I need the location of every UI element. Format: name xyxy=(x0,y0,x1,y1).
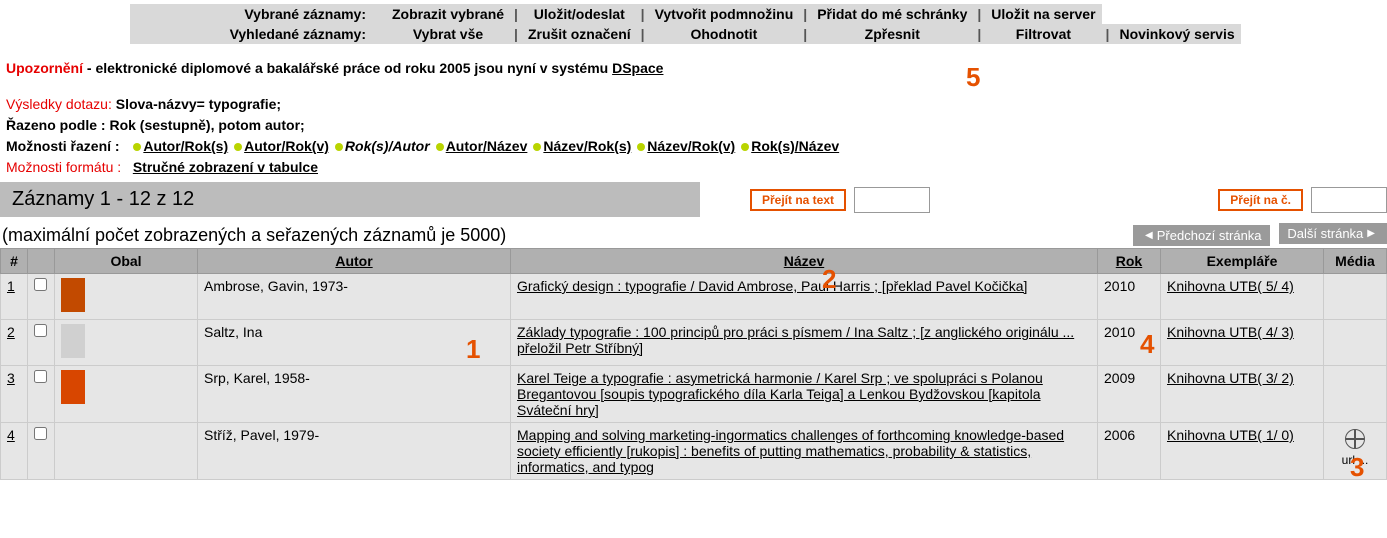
bullet-icon xyxy=(335,143,343,151)
author-cell: Ambrose, Gavin, 1973- xyxy=(198,274,511,320)
toolbar-button[interactable]: Novinkový servis xyxy=(1113,24,1240,44)
toolbar: Vybrané záznamy:Zobrazit vybrané|Uložit/… xyxy=(130,4,1241,44)
toolbar-button[interactable]: Filtrovat xyxy=(985,24,1101,44)
bullet-icon xyxy=(741,143,749,151)
sort-option[interactable]: Autor/Rok(v) xyxy=(244,138,329,154)
col-media: Média xyxy=(1324,249,1387,274)
separator: | xyxy=(799,4,811,24)
results-label: Výsledky dotazu: xyxy=(6,96,112,112)
sorted-label: Řazeno podle : xyxy=(6,117,106,133)
col-title[interactable]: Název xyxy=(511,249,1098,274)
separator: | xyxy=(1102,24,1114,44)
bullet-icon xyxy=(234,143,242,151)
jump-to-number-input[interactable] xyxy=(1311,187,1387,213)
toolbar-head: Vybrané záznamy: xyxy=(130,4,386,24)
table-row: 1 Ambrose, Gavin, 1973- Grafický design : … xyxy=(1,274,1387,320)
row-index[interactable]: 3 xyxy=(1,366,28,423)
holdings-link[interactable]: Knihovna UTB( 5/ 4) xyxy=(1167,278,1294,294)
author-cell: Srp, Karel, 1958- xyxy=(198,366,511,423)
bullet-icon xyxy=(637,143,645,151)
sortopts-label: Možnosti řazení : xyxy=(6,138,120,154)
holdings-link[interactable]: Knihovna UTB( 3/ 2) xyxy=(1167,370,1294,386)
toolbar-button[interactable]: Zobrazit vybrané xyxy=(386,4,510,24)
bullet-icon xyxy=(533,143,541,151)
col-cover: Obal xyxy=(55,249,198,274)
jump-to-text-input[interactable] xyxy=(854,187,930,213)
author-cell: Saltz, Ina xyxy=(198,320,511,366)
next-page-button[interactable]: Další stránka▶ xyxy=(1279,223,1387,244)
separator: | xyxy=(973,4,985,24)
row-index[interactable]: 4 xyxy=(1,423,28,480)
author-cell: Stříž, Pavel, 1979- xyxy=(198,423,511,480)
holdings-link[interactable]: Knihovna UTB( 4/ 3) xyxy=(1167,324,1294,340)
table-row: 2 Saltz, InaZáklady typografie : 100 prin… xyxy=(1,320,1387,366)
table-row: 3 Srp, Karel, 1958-Karel Teige a typograf… xyxy=(1,366,1387,423)
year-cell: 2010 xyxy=(1098,320,1161,366)
cover-thumbnail[interactable] xyxy=(61,324,85,358)
table-row: 4 Stříž, Pavel, 1979-Mapping and solving … xyxy=(1,423,1387,480)
sort-option[interactable]: Název/Rok(v) xyxy=(647,138,735,154)
globe-icon[interactable] xyxy=(1345,429,1365,449)
toolbar-button[interactable]: Vytvořit podmnožinu xyxy=(649,4,800,24)
chevron-right-icon: ▶ xyxy=(1367,228,1375,239)
bullet-icon xyxy=(133,143,141,151)
year-cell: 2006 xyxy=(1098,423,1161,480)
toolbar-head: Vyhledané záznamy: xyxy=(130,24,386,44)
toolbar-button[interactable]: Uložit/odeslat xyxy=(522,4,637,24)
warning-line: Upozornění - elektronické diplomové a ba… xyxy=(6,60,1387,76)
col-author[interactable]: Autor xyxy=(198,249,511,274)
max-records-note: (maximální počet zobrazených a seřazenýc… xyxy=(2,225,506,246)
sort-option[interactable]: Autor/Rok(s) xyxy=(143,138,228,154)
sort-option[interactable]: Název/Rok(s) xyxy=(543,138,631,154)
title-link[interactable]: Grafický design : typografie / David Amb… xyxy=(517,278,1027,294)
separator: | xyxy=(799,24,811,44)
col-year[interactable]: Rok xyxy=(1098,249,1161,274)
separator: | xyxy=(637,24,649,44)
row-checkbox[interactable] xyxy=(34,427,47,440)
toolbar-button[interactable]: Přidat do mé schránky xyxy=(811,4,973,24)
media-label[interactable]: url ... xyxy=(1342,453,1369,467)
sort-option[interactable]: Autor/Název xyxy=(446,138,528,154)
cover-thumbnail[interactable] xyxy=(61,278,85,312)
title-link[interactable]: Základy typografie : 100 principů pro pr… xyxy=(517,324,1074,356)
row-index[interactable]: 1 xyxy=(1,274,28,320)
formatopts-label: Možnosti formátu : xyxy=(6,159,121,175)
jump-to-number-button[interactable]: Přejít na č. xyxy=(1218,189,1303,211)
results-table: # Obal Autor Název Rok Exempláře Média 1… xyxy=(0,248,1387,480)
col-index: # xyxy=(1,249,28,274)
dspace-link[interactable]: DSpace xyxy=(612,60,663,76)
cover-thumbnail[interactable] xyxy=(61,370,85,404)
holdings-link[interactable]: Knihovna UTB( 1/ 0) xyxy=(1167,427,1294,443)
sort-option[interactable]: Rok(s)/Název xyxy=(751,138,839,154)
format-link[interactable]: Stručné zobrazení v tabulce xyxy=(133,159,318,175)
col-holdings: Exempláře xyxy=(1161,249,1324,274)
bullet-icon xyxy=(436,143,444,151)
jump-to-text-button[interactable]: Přejít na text xyxy=(750,189,846,211)
row-checkbox[interactable] xyxy=(34,324,47,337)
toolbar-button[interactable]: Vybrat vše xyxy=(386,24,510,44)
separator: | xyxy=(510,4,522,24)
title-link[interactable]: Karel Teige a typografie : asymetrická h… xyxy=(517,370,1043,418)
row-checkbox[interactable] xyxy=(34,278,47,291)
separator: | xyxy=(637,4,649,24)
chevron-left-icon: ◀ xyxy=(1145,230,1153,241)
query-info: Výsledky dotazu: Slova-názvy= typografie… xyxy=(6,94,1387,178)
prev-page-button[interactable]: ◀Předchozí stránka xyxy=(1133,225,1269,246)
separator: | xyxy=(510,24,522,44)
toolbar-button[interactable]: Zpřesnit xyxy=(811,24,973,44)
toolbar-button[interactable]: Uložit na server xyxy=(985,4,1101,24)
separator: | xyxy=(973,24,985,44)
col-checkbox xyxy=(28,249,55,274)
year-cell: 2009 xyxy=(1098,366,1161,423)
row-index[interactable]: 2 xyxy=(1,320,28,366)
year-cell: 2010 xyxy=(1098,274,1161,320)
sort-option: Rok(s)/Autor xyxy=(345,138,430,154)
toolbar-button[interactable]: Ohodnotit xyxy=(649,24,800,44)
warning-label: Upozornění xyxy=(6,60,83,76)
title-link[interactable]: Mapping and solving marketing-ingormatic… xyxy=(517,427,1064,475)
records-count: Záznamy 1 - 12 z 12 xyxy=(0,182,700,217)
toolbar-button[interactable]: Zrušit označení xyxy=(522,24,637,44)
row-checkbox[interactable] xyxy=(34,370,47,383)
